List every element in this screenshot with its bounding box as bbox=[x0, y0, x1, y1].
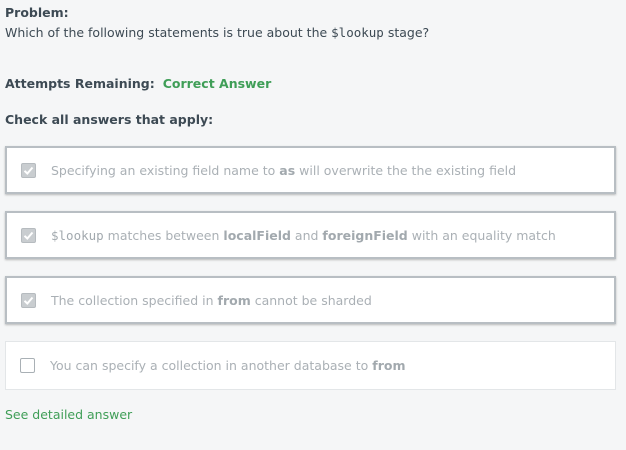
option-2-text-c: with an equality match bbox=[407, 227, 556, 243]
option-3-keyword-from: from bbox=[217, 292, 251, 308]
attempts-status: Correct Answer bbox=[162, 76, 272, 91]
answer-option-2-text: $lookup matches between localField and f… bbox=[51, 228, 556, 243]
option-2-keyword-localfield: localField bbox=[223, 227, 291, 243]
option-4-text-a: You can specify a collection in another … bbox=[50, 358, 373, 373]
option-4-keyword-from: from bbox=[372, 358, 406, 373]
checkbox-unchecked-icon[interactable] bbox=[20, 358, 35, 373]
checkmark-icon bbox=[23, 166, 34, 175]
attempts-label: Attempts Remaining: bbox=[5, 76, 155, 91]
answer-option-1[interactable]: Specifying an existing field name to as … bbox=[5, 146, 616, 194]
question-code: $lookup bbox=[331, 25, 384, 40]
option-1-text-a: Specifying an existing field name to bbox=[51, 162, 280, 178]
question-text-after: stage? bbox=[383, 25, 430, 40]
problem-label: Problem: bbox=[5, 5, 69, 20]
option-1-keyword-as: as bbox=[279, 162, 296, 178]
answer-option-4-text: You can specify a collection in another … bbox=[50, 358, 405, 373]
option-3-text-a: The collection specified in bbox=[51, 292, 218, 308]
see-detailed-answer-link[interactable]: See detailed answer bbox=[5, 407, 132, 422]
checkbox-checked-icon[interactable] bbox=[21, 162, 36, 178]
answer-option-1-text: Specifying an existing field name to as … bbox=[51, 163, 516, 178]
checkbox-checked-icon[interactable] bbox=[21, 292, 36, 308]
answer-option-3[interactable]: The collection specified in from cannot … bbox=[5, 276, 616, 324]
question-text-before: Which of the following statements is tru… bbox=[5, 25, 332, 40]
option-1-text-b: will overwrite the the existing field bbox=[295, 162, 517, 178]
instructions-text: Check all answers that apply: bbox=[5, 112, 214, 127]
answer-option-2[interactable]: $lookup matches between localField and f… bbox=[5, 211, 616, 259]
option-2-code-lookup: $lookup bbox=[51, 227, 104, 243]
attempts-row: Attempts Remaining: Correct Answer bbox=[5, 76, 271, 91]
option-2-text-b: and bbox=[290, 227, 323, 243]
option-2-text-a: matches between bbox=[103, 227, 224, 243]
answer-option-3-text: The collection specified in from cannot … bbox=[51, 293, 372, 308]
checkbox-checked-icon[interactable] bbox=[21, 227, 36, 243]
answer-option-4[interactable]: You can specify a collection in another … bbox=[5, 341, 616, 390]
option-2-keyword-foreignfield: foreignField bbox=[322, 227, 408, 243]
checkmark-icon bbox=[23, 231, 34, 240]
question-text: Which of the following statements is tru… bbox=[5, 25, 429, 40]
checkmark-icon bbox=[23, 296, 34, 305]
option-3-text-b: cannot be sharded bbox=[250, 292, 372, 308]
